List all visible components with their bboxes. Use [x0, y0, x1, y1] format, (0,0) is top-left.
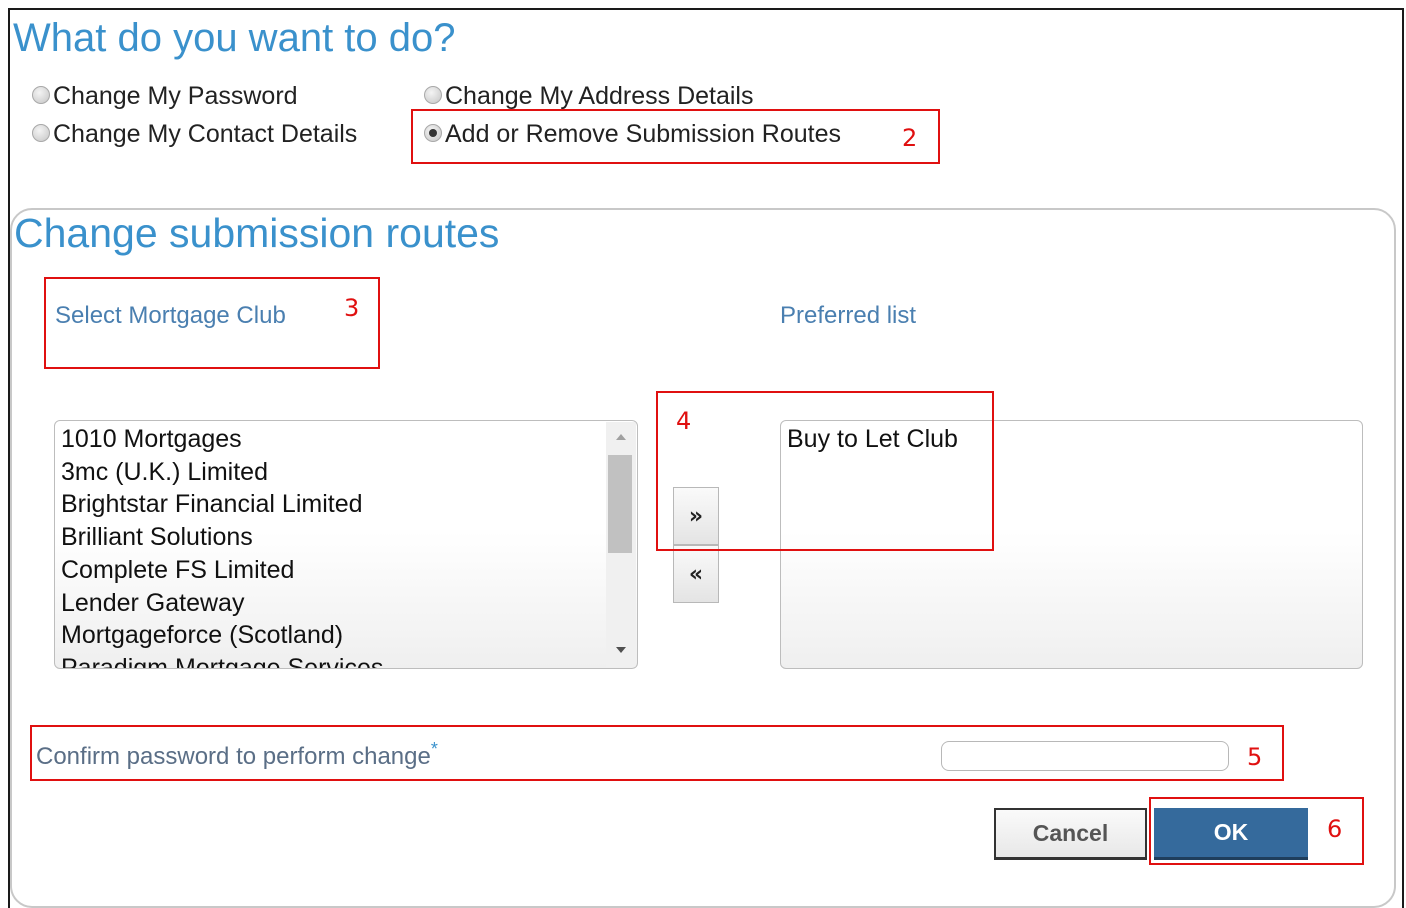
list-item[interactable]: Brilliant Solutions — [61, 521, 383, 554]
radio-button-icon[interactable] — [32, 85, 50, 104]
list-item[interactable]: Lender Gateway — [61, 587, 383, 620]
annotation-box — [411, 109, 940, 164]
radio-button-icon[interactable] — [424, 85, 442, 104]
radio-label: Change My Address Details — [445, 82, 754, 110]
annotation-number: 2 — [902, 124, 918, 152]
list-item[interactable]: 1010 Mortgages — [61, 423, 383, 456]
annotation-number: 3 — [344, 294, 360, 322]
radio-label: Change My Contact Details — [53, 120, 358, 148]
list-item[interactable]: Mortgageforce (Scotland) — [61, 619, 383, 652]
list-item[interactable]: Brightstar Financial Limited — [61, 488, 383, 521]
scroll-thumb[interactable] — [608, 455, 632, 553]
list-item[interactable]: Complete FS Limited — [61, 554, 383, 587]
preferred-list-label: Preferred list — [780, 302, 917, 329]
page-title: What do you want to do? — [13, 16, 456, 60]
radio-change-contact[interactable]: Change My Contact Details — [32, 120, 357, 149]
section-title: Change submission routes — [14, 210, 500, 256]
annotation-number: 4 — [676, 407, 692, 435]
mortgage-club-items: 1010 Mortgages 3mc (U.K.) Limited Bright… — [61, 423, 383, 668]
annotation-box — [656, 391, 994, 551]
listbox-scrollbar[interactable] — [606, 422, 636, 667]
scroll-down-icon[interactable] — [606, 637, 636, 663]
scroll-up-icon[interactable] — [606, 424, 636, 450]
radio-change-password[interactable]: Change My Password — [32, 82, 298, 111]
radio-label: Change My Password — [53, 82, 298, 110]
annotation-box — [44, 277, 380, 369]
radio-change-address[interactable]: Change My Address Details — [424, 82, 753, 111]
annotation-number: 6 — [1327, 815, 1343, 843]
annotation-box — [30, 725, 1284, 781]
radio-button-icon[interactable] — [32, 123, 50, 142]
list-item[interactable]: 3mc (U.K.) Limited — [61, 456, 383, 489]
list-item[interactable]: Paradigm Mortgage Services — [61, 652, 383, 668]
annotation-number: 5 — [1247, 743, 1263, 771]
cancel-button[interactable]: Cancel — [994, 808, 1147, 860]
remove-from-preferred-button[interactable]: « — [673, 545, 719, 603]
mortgage-club-listbox[interactable]: 1010 Mortgages 3mc (U.K.) Limited Bright… — [54, 420, 638, 669]
